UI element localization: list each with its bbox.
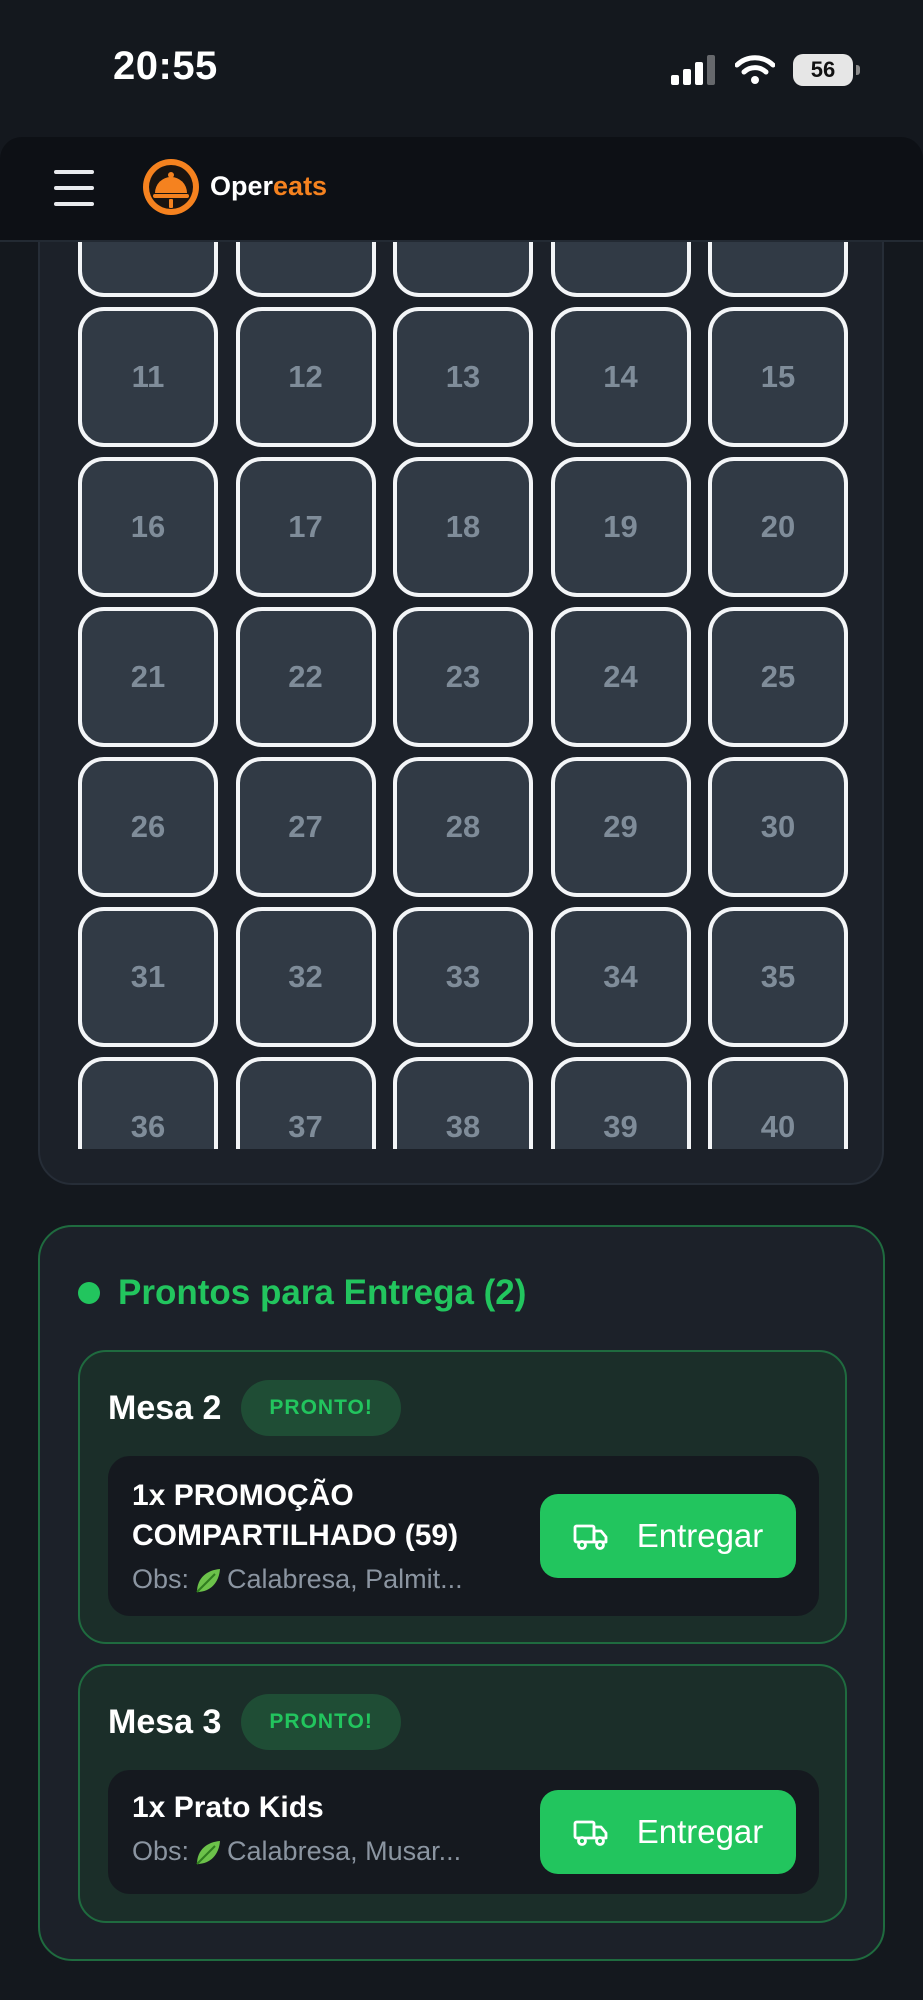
- app-header: Opereats: [0, 137, 923, 242]
- table-button[interactable]: 10: [708, 242, 848, 297]
- order-header: Mesa 2 PRONTO!: [108, 1380, 401, 1436]
- brand-name: Opereats: [210, 171, 328, 201]
- deliver-button[interactable]: Entregar: [540, 1494, 796, 1578]
- table-button[interactable]: 6: [78, 242, 218, 297]
- deliver-button[interactable]: Entregar: [540, 1790, 796, 1874]
- tables-grid-viewport[interactable]: 6789 10 1112131415 1617181920 2122232425 2627…: [40, 242, 882, 1149]
- ready-panel: Prontos para Entrega (2) Mesa 2 PRONTO! …: [38, 1225, 885, 1961]
- table-button[interactable]: 19: [550, 457, 691, 597]
- table-button[interactable]: 37: [235, 1057, 376, 1149]
- leaf-icon: [196, 1568, 221, 1593]
- table-button[interactable]: 38: [393, 1057, 533, 1149]
- table-button[interactable]: 29: [550, 757, 691, 897]
- order-item: 1x Prato Kids Obs: Calabresa, Musar... En…: [108, 1770, 819, 1894]
- table-button[interactable]: 20: [708, 457, 848, 597]
- table-button[interactable]: 16: [78, 457, 218, 597]
- truck-icon: [573, 1524, 608, 1550]
- table-button[interactable]: 28: [393, 757, 533, 897]
- table-button[interactable]: 36: [78, 1057, 218, 1149]
- item-name: 1x PROMOÇÃO COMPARTILHADO (59): [132, 1479, 459, 1552]
- item-obs: Obs: Calabresa, Palmit...: [132, 1564, 463, 1594]
- table-button[interactable]: 18: [393, 457, 533, 597]
- table-button[interactable]: 25: [708, 607, 848, 747]
- status-icons: 56: [671, 50, 860, 90]
- menu-icon[interactable]: [54, 170, 94, 206]
- table-button[interactable]: 35: [708, 907, 848, 1047]
- item-name: 1x Prato Kids: [132, 1791, 324, 1824]
- order-table-label: Mesa 3: [108, 1702, 222, 1741]
- table-button[interactable]: 7: [235, 242, 376, 297]
- tables-grid: 6789 10 1112131415 1617181920 2122232425 2627…: [78, 242, 848, 1149]
- order-table-label: Mesa 2: [108, 1388, 222, 1427]
- table-button[interactable]: 27: [235, 757, 376, 897]
- status-bar: 20:55 56: [0, 0, 923, 135]
- ready-title: Prontos para Entrega (2): [78, 1273, 526, 1313]
- table-button[interactable]: 32: [235, 907, 376, 1047]
- table-button[interactable]: 34: [550, 907, 691, 1047]
- table-button[interactable]: 12: [235, 307, 376, 447]
- table-button[interactable]: 22: [235, 607, 376, 747]
- table-button[interactable]: 17: [235, 457, 376, 597]
- leaf-icon: [196, 1840, 221, 1865]
- table-button[interactable]: 33: [393, 907, 533, 1047]
- order-header: Mesa 3 PRONTO!: [108, 1694, 401, 1750]
- table-button[interactable]: 15: [708, 307, 848, 447]
- table-button[interactable]: 40: [708, 1057, 848, 1149]
- table-button[interactable]: 13: [393, 307, 533, 447]
- table-button[interactable]: 11: [78, 307, 218, 447]
- table-button[interactable]: 24: [550, 607, 691, 747]
- signal-icon: [671, 55, 715, 85]
- status-time: 20:55: [113, 44, 218, 88]
- order-card: Mesa 2 PRONTO! 1x PROMOÇÃO COMPARTILHADO…: [78, 1350, 847, 1644]
- status-badge: PRONTO!: [241, 1380, 401, 1436]
- table-button[interactable]: 30: [708, 757, 848, 897]
- truck-icon: [573, 1820, 608, 1846]
- table-button[interactable]: 31: [78, 907, 218, 1047]
- battery-icon: 56: [793, 54, 860, 86]
- table-button[interactable]: 39: [550, 1057, 691, 1149]
- status-badge: PRONTO!: [241, 1694, 401, 1750]
- table-button[interactable]: 8: [393, 242, 533, 297]
- logo-icon: [143, 159, 199, 215]
- order-item: 1x PROMOÇÃO COMPARTILHADO (59) Obs: Calab…: [108, 1456, 819, 1616]
- order-card: Mesa 3 PRONTO! 1x Prato Kids Obs: Calabre…: [78, 1664, 847, 1923]
- table-button[interactable]: 9: [550, 242, 691, 297]
- status-dot-icon: [78, 1282, 100, 1304]
- table-button[interactable]: 23: [393, 607, 533, 747]
- item-obs: Obs: Calabresa, Musar...: [132, 1836, 462, 1866]
- table-button[interactable]: 14: [550, 307, 691, 447]
- table-button[interactable]: 26: [78, 757, 218, 897]
- wifi-icon: [735, 55, 775, 84]
- tables-panel: 6789 10 1112131415 1617181920 2122232425 2627…: [38, 160, 884, 1185]
- table-button[interactable]: 21: [78, 607, 218, 747]
